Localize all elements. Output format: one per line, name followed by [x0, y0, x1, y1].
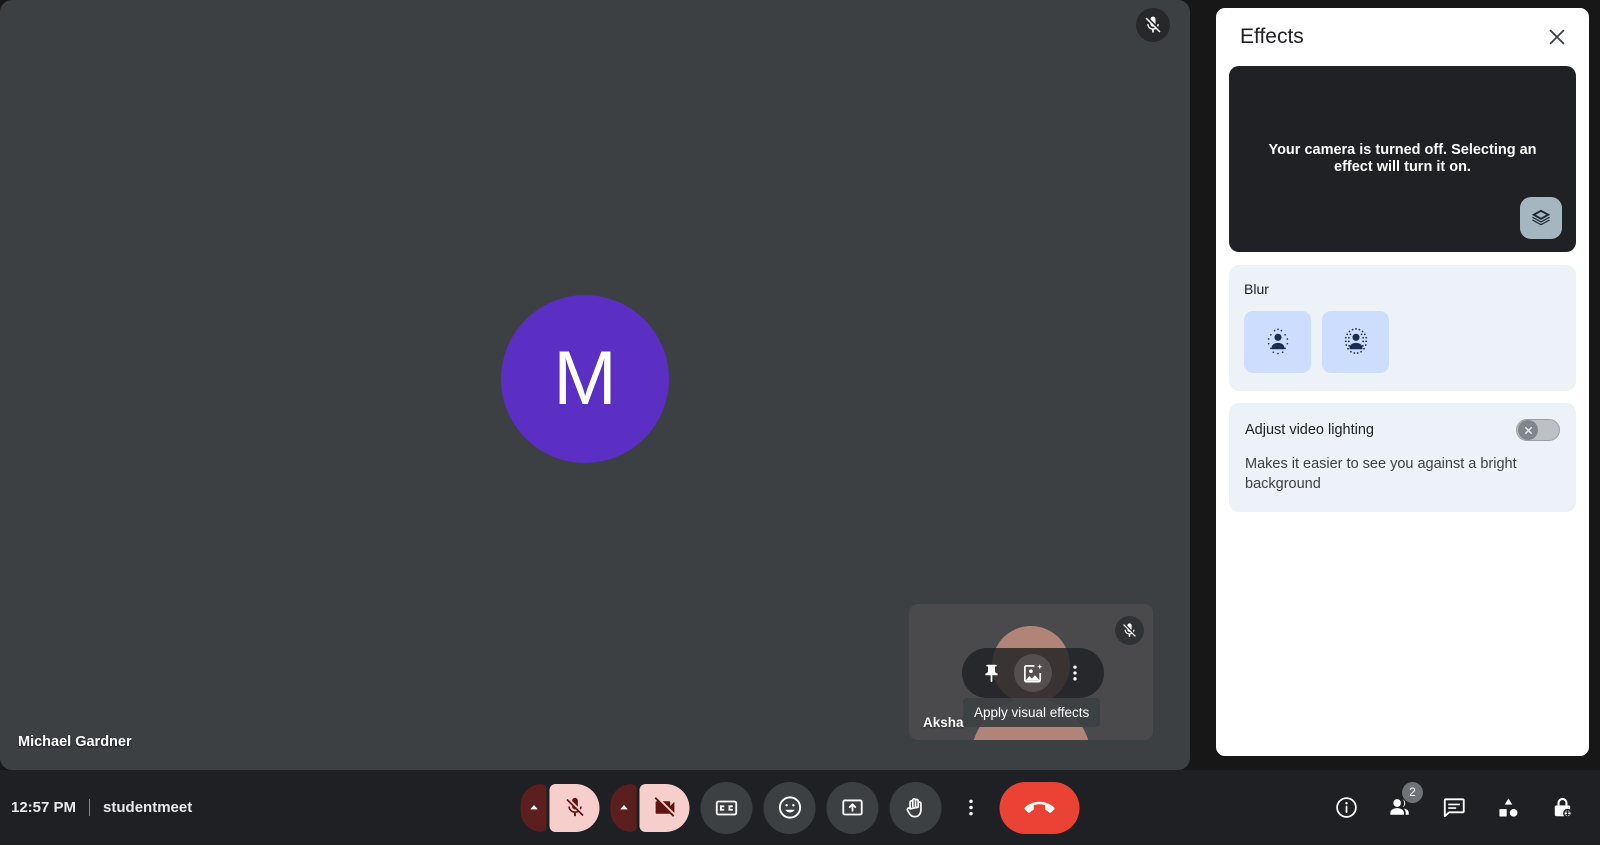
main-participant-name: Michael Gardner	[18, 734, 132, 750]
lighting-header: Adjust video lighting	[1245, 419, 1560, 441]
more-options-icon[interactable]	[1056, 654, 1094, 692]
meeting-code: studentmeet	[103, 799, 193, 816]
people-button[interactable]: 2	[1376, 781, 1424, 832]
participant-count-badge: 2	[1402, 781, 1423, 803]
self-view-hover-toolbar	[962, 648, 1104, 698]
blur-card: Blur	[1229, 265, 1576, 391]
reactions-button[interactable]	[763, 781, 816, 834]
lighting-card: Adjust video lighting Makes it easier to…	[1229, 403, 1576, 513]
lighting-title: Adjust video lighting	[1245, 422, 1374, 438]
right-controls: 2	[1322, 770, 1586, 845]
blur-label: Blur	[1244, 281, 1269, 297]
divider	[89, 799, 91, 816]
tooltip: Apply visual effects	[963, 698, 1101, 727]
panel-title: Effects	[1240, 25, 1304, 48]
person-full-blur-icon[interactable]	[1322, 311, 1389, 373]
lighting-description: Makes it easier to see you against a bri…	[1245, 456, 1517, 492]
meeting-details-button[interactable]	[1322, 784, 1370, 832]
microphone-control	[520, 783, 600, 832]
call-controls	[520, 770, 1080, 845]
pin-icon[interactable]	[972, 654, 1010, 692]
chat-button[interactable]	[1430, 784, 1478, 832]
chevron-up-icon[interactable]	[520, 783, 547, 832]
captions-button[interactable]	[700, 781, 753, 834]
adjust-video-lighting-toggle[interactable]	[1516, 419, 1560, 441]
close-x-icon	[1518, 420, 1538, 440]
camera-off-button[interactable]	[639, 783, 690, 832]
raise-hand-button[interactable]	[889, 781, 942, 834]
camera-preview: Your camera is turned off. Selecting an …	[1229, 66, 1576, 252]
meeting-info: 12:57 PM studentmeet	[11, 770, 192, 845]
chevron-up-icon[interactable]	[610, 783, 637, 832]
effects-panel-header: Effects	[1216, 8, 1589, 66]
google-meet-app: M Michael Gardner Aksha Apply visual eff…	[0, 0, 1600, 845]
layers-icon[interactable]	[1520, 197, 1562, 239]
microphone-off-button[interactable]	[549, 783, 600, 832]
avatar: M	[501, 295, 669, 463]
host-controls-button[interactable]	[1538, 784, 1586, 832]
close-icon[interactable]	[1537, 17, 1577, 57]
self-view-name: Aksha	[923, 715, 964, 730]
activities-button[interactable]	[1484, 784, 1532, 832]
more-options-button[interactable]	[953, 782, 989, 834]
leave-call-button[interactable]	[999, 781, 1080, 834]
apply-visual-effects-icon[interactable]	[1014, 654, 1052, 692]
camera-control	[610, 783, 690, 832]
mic-off-icon	[1136, 8, 1170, 42]
self-view-mic-off-icon	[1115, 616, 1144, 645]
video-stage: M Michael Gardner Aksha Apply visual eff…	[0, 0, 1190, 770]
present-now-button[interactable]	[826, 781, 879, 834]
person-slight-blur-icon[interactable]	[1244, 311, 1311, 373]
blur-options	[1244, 311, 1561, 373]
meeting-time: 12:57 PM	[11, 799, 77, 816]
avatar-initial: M	[553, 336, 617, 421]
camera-off-message: Your camera is turned off. Selecting an …	[1268, 141, 1537, 175]
effects-panel: Effects Your camera is turned off. Selec…	[1216, 8, 1589, 756]
effects-panel-body: Your camera is turned off. Selecting an …	[1216, 66, 1589, 756]
bottom-toolbar: 12:57 PM studentmeet 2	[0, 770, 1600, 845]
